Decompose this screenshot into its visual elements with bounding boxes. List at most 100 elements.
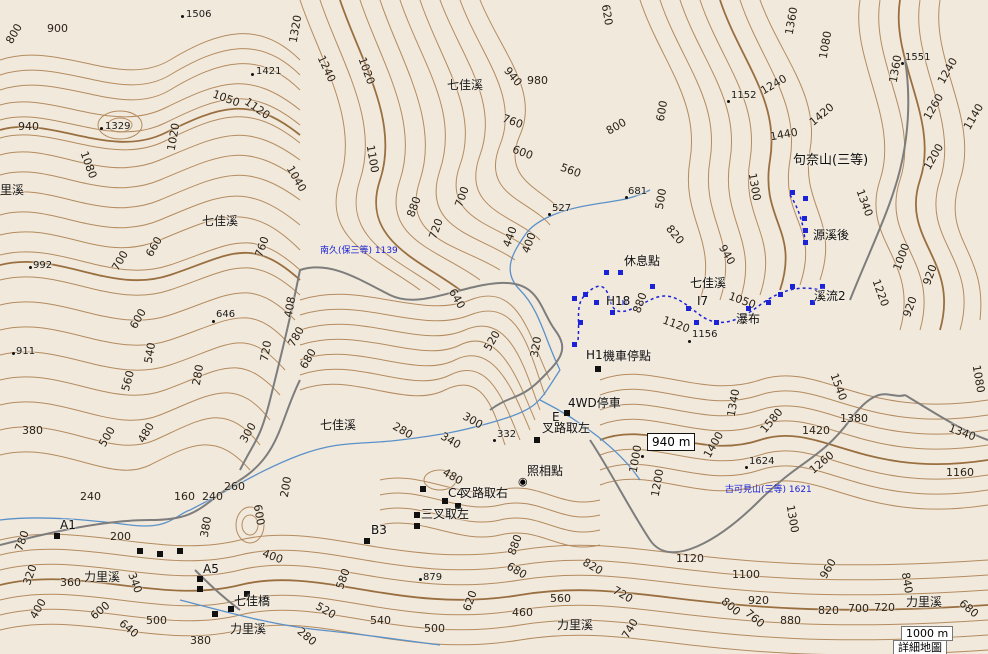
track-marker xyxy=(790,284,795,289)
spot-height-label: 1152 xyxy=(731,90,757,101)
contour-label: 920 xyxy=(748,594,769,607)
spot-height-marker xyxy=(29,266,32,269)
track-marker xyxy=(604,270,609,275)
spot-height-label: 1421 xyxy=(256,66,282,77)
contour-label: 540 xyxy=(370,614,391,627)
waypoint-h18[interactable]: H18 xyxy=(606,294,630,308)
stream-name: 七佳溪 xyxy=(320,418,357,432)
waypoint-marker xyxy=(534,437,540,443)
waypoint-marker xyxy=(564,410,570,416)
spot-height-marker xyxy=(212,320,215,323)
waypoint-qijia-stream[interactable]: 七佳溪 xyxy=(690,276,726,290)
contour-label: 380 xyxy=(22,424,43,437)
waypoint-a5[interactable]: A5 xyxy=(203,562,219,576)
spot-height-marker xyxy=(12,352,15,355)
contour-label: 500 xyxy=(424,622,445,635)
waypoint-fork-right[interactable]: 叉路取右 xyxy=(460,486,508,500)
spot-height-marker xyxy=(419,578,422,581)
stream-name: 力里溪 xyxy=(906,595,943,609)
spot-height-label: 1506 xyxy=(186,9,212,20)
track-marker xyxy=(766,300,771,305)
contour-label: 240 xyxy=(202,490,223,503)
waypoint-source-after[interactable]: 源溪後 xyxy=(813,228,849,242)
waypoint-marker xyxy=(420,486,426,492)
spot-height-label: 681 xyxy=(628,186,648,197)
terrain-layer xyxy=(0,0,988,654)
scale-bar: 1000 m xyxy=(901,626,954,641)
track-marker xyxy=(610,310,615,315)
waypoint-photo-spot[interactable]: 照相點 xyxy=(527,464,563,478)
contour-label: 1380 xyxy=(840,412,868,425)
topographic-map[interactable]: 1506 1421 1329 992 911 646 527 681 1152 … xyxy=(0,0,988,654)
track-marker xyxy=(572,342,577,347)
track-marker xyxy=(694,320,699,325)
waypoint-a1[interactable]: A1 xyxy=(60,518,76,532)
contour-label: 200 xyxy=(110,530,131,543)
peak-label: 句奈山(三等) xyxy=(793,153,869,168)
spot-height-label: 1329 xyxy=(105,121,131,132)
contour-label: 1160 xyxy=(946,466,974,479)
waypoint-marker xyxy=(442,498,448,504)
waypoint-marker xyxy=(157,551,163,557)
spot-height-label: 646 xyxy=(216,309,236,320)
contour-label: 900 xyxy=(47,22,68,35)
track-marker xyxy=(714,320,719,325)
stream-name: 力里溪 xyxy=(557,618,594,632)
waypoint-marker xyxy=(414,512,420,518)
waypoint-marker xyxy=(364,538,370,544)
waypoint-moto-parking[interactable]: 機車停點 xyxy=(603,349,651,363)
contour-label: 460 xyxy=(512,606,533,619)
contour-label: 240 xyxy=(80,490,101,503)
spot-height-label: 1624 xyxy=(749,456,775,467)
stream-name: 力里溪 xyxy=(230,622,267,636)
contour-label: 820 xyxy=(818,604,839,617)
waypoint-marker xyxy=(197,586,203,592)
spot-height-marker xyxy=(181,15,184,18)
track-marker xyxy=(594,300,599,305)
waypoint-rest[interactable]: 休息點 xyxy=(624,254,660,268)
spot-height-marker xyxy=(727,100,730,103)
contour-label: 1100 xyxy=(732,568,760,581)
track-marker xyxy=(803,228,808,233)
waypoint-b3[interactable]: B3 xyxy=(371,523,387,537)
spot-height-marker xyxy=(251,73,254,76)
waypoint-bridge[interactable]: 七佳橋 xyxy=(234,594,270,608)
stream-name: 里溪 xyxy=(0,183,25,197)
contour-label: 160 xyxy=(174,490,195,503)
peak-label: 南久(保三等) 1139 xyxy=(320,246,398,256)
contour-label: 940 xyxy=(18,120,39,133)
contour-label: 980 xyxy=(527,74,548,87)
waypoint-marker xyxy=(212,611,218,617)
waypoint-marker xyxy=(54,533,60,539)
spot-height-label: 911 xyxy=(16,346,36,357)
spot-height-marker xyxy=(745,466,748,469)
track-marker xyxy=(583,292,588,297)
contour-label: 380 xyxy=(190,634,211,647)
waypoint-marker xyxy=(414,523,420,529)
contour-label: 720 xyxy=(874,601,895,614)
spot-height-label: 1551 xyxy=(905,52,931,63)
track-marker xyxy=(686,306,691,311)
waypoint-fork-left-1[interactable]: 叉路取左 xyxy=(542,421,590,435)
waypoint-h1[interactable]: H1 xyxy=(586,348,603,362)
track-marker xyxy=(803,196,808,201)
detail-map-link[interactable]: 詳細地圖 xyxy=(893,640,947,654)
track-marker xyxy=(790,190,795,195)
waypoint-stream2[interactable]: 溪流2 xyxy=(814,289,846,303)
stream-name: 七佳溪 xyxy=(202,214,239,228)
spot-height-marker xyxy=(493,439,496,442)
contour-label: 500 xyxy=(146,614,167,627)
track-marker xyxy=(802,216,807,221)
spot-height-label: 527 xyxy=(552,203,572,214)
waypoint-i7[interactable]: I7 xyxy=(697,294,708,308)
contour-label: 360 xyxy=(60,576,81,589)
spot-height-label: 879 xyxy=(423,572,443,583)
waypoint-marker xyxy=(177,548,183,554)
waypoint-4wd-parking[interactable]: 4WD停車 xyxy=(568,396,621,410)
contour-label: 260 xyxy=(224,480,245,493)
waypoint-fork-left-2[interactable]: 三叉取左 xyxy=(421,507,469,521)
contour-label: 1420 xyxy=(802,424,830,437)
waypoint-waterfall[interactable]: 瀑布 xyxy=(736,312,760,326)
spot-height-label: 1156 xyxy=(692,329,718,340)
peak-label: 古可見山(三等) 1621 xyxy=(725,485,812,495)
